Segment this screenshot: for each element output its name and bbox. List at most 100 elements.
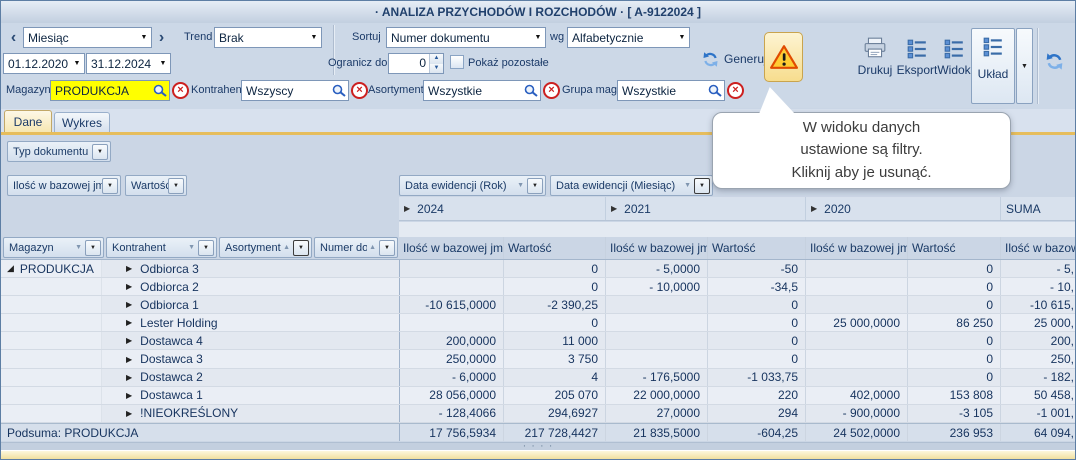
column-header[interactable]: Ilość w bazowej jm [805,237,907,259]
refresh-button[interactable] [1045,52,1064,71]
wg-combo[interactable]: Alfabetycznie ▼ [567,27,690,48]
generate-button[interactable]: Generuj [702,48,767,70]
value-cell: 250,0000 [399,350,503,367]
year-group-2021[interactable]: ▶ 2021 [605,197,805,220]
show-rest-checkbox[interactable] [450,55,464,69]
filters-callout[interactable]: W widoku danych ustawione są filtry. Kli… [712,112,1011,189]
column-header[interactable]: Wartość [707,237,805,259]
expand-icon[interactable]: ▶ [404,204,410,213]
value-cell [399,314,503,331]
column-header[interactable]: Wartość [907,237,1000,259]
kontrahent-cell[interactable]: ▶ Lester Holding [101,314,399,331]
trend-combo[interactable]: Brak ▼ [214,27,322,48]
asortyment-filter-field[interactable]: Wszystkie [423,80,541,101]
search-icon[interactable] [329,82,348,99]
expand-collapsed-icon[interactable]: ▶ [126,282,132,291]
row-field-numer-dokumentu[interactable]: Numer dokumentu ▲ ▼ [314,237,398,258]
expand-collapsed-icon[interactable]: ▶ [126,264,132,273]
horizontal-splitter[interactable]: · · · · [1,442,1075,450]
row-field-magazyn[interactable]: Magazyn ▼ ▼ [3,237,104,258]
search-icon[interactable] [705,82,724,99]
value-cell: -10 615, [1000,296,1075,313]
layout-dropdown-button[interactable]: ▼ [1016,28,1033,104]
kontrahent-cell[interactable]: ▶ Dostawca 2 [101,369,399,386]
list-icon [906,33,928,59]
kontrahent-filter-field[interactable]: Wszyscy [241,80,349,101]
filter-dropdown-button[interactable]: ▼ [92,144,108,160]
expand-collapsed-icon[interactable]: ▶ [126,336,132,345]
tab-dane[interactable]: Dane [4,110,52,132]
spinner-down-icon[interactable]: ▼ [430,64,443,74]
column-field-rok[interactable]: Data ewidencji (Rok) ▼ ▼ [399,175,546,196]
sort-desc-icon: ▼ [517,182,524,189]
expand-collapsed-icon[interactable]: ▶ [126,355,132,364]
value-cell [805,296,907,313]
next-period-button[interactable]: › [153,27,170,48]
expand-collapsed-icon[interactable]: ▶ [126,300,132,309]
data-field-wartosc[interactable]: Wartość ▼ [125,175,187,196]
kontrahent-cell[interactable]: ▶ Dostawca 4 [101,332,399,349]
expand-collapsed-icon[interactable]: ▶ [126,318,132,327]
filter-label-grupa-mag: Grupa mag. [562,83,620,98]
data-field-ilosc[interactable]: Ilość w bazowej jm ▼ [7,175,121,196]
limit-spinner[interactable]: 0 ▲ ▼ [388,53,444,74]
kontrahent-cell[interactable]: ▶ Dostawca 3 [101,350,399,367]
search-icon[interactable] [150,82,169,99]
filter-field-typ-dokumentu[interactable]: Typ dokumentu ▼ [7,141,111,162]
search-icon[interactable] [521,82,540,99]
filter-dropdown-button-active[interactable]: ▼ [293,240,309,256]
sort-combo[interactable]: Numer dokumentu ▼ [386,27,546,48]
row-field-asortyment[interactable]: Asortyment ▲ ▼ [219,237,312,258]
layout-button[interactable]: Układ [971,28,1015,104]
row-name-label: !NIEOKREŚLONY [140,406,238,420]
collapse-expanded-icon[interactable]: ◢ [7,263,14,274]
spinner-up-icon[interactable]: ▲ [430,54,443,64]
tab-wykres[interactable]: Wykres [54,112,110,132]
kontrahent-cell[interactable]: ▶ Odbiorca 2 [101,278,399,295]
filter-dropdown-button-active[interactable]: ▼ [694,178,710,194]
value-cell: 220 [707,387,805,404]
year-group-2024[interactable]: ▶ 2024 [399,197,605,220]
column-field-miesiac[interactable]: Data ewidencji (Miesiąc) ▼ ▼ [550,175,713,196]
filter-dropdown-button[interactable]: ▼ [168,178,184,194]
value-cell: 402,0000 [805,387,907,404]
value-cell: 4 [503,369,605,386]
clear-filter-button[interactable]: × [727,82,744,99]
row-name-label: Dostawca 3 [140,352,203,366]
expand-collapsed-icon[interactable]: ▶ [126,373,132,382]
value-cell: 0 [503,260,605,277]
filter-dropdown-button[interactable]: ▼ [527,178,543,194]
period-combo[interactable]: Miesiąc ▼ [23,27,152,48]
kontrahent-cell[interactable]: ▶ !NIEOKREŚLONY [101,405,399,422]
row-field-kontrahent[interactable]: Kontrahent ▼ ▼ [106,237,217,258]
column-header[interactable]: Ilość w bazowej jm [1000,237,1075,259]
column-header[interactable]: Ilość w bazowej jm [399,237,503,259]
filter-dropdown-button[interactable]: ▼ [102,178,118,194]
date-from-combo[interactable]: 01.12.2020 ▼ [3,53,85,74]
filter-dropdown-button[interactable]: ▼ [85,240,101,256]
column-header[interactable]: Wartość [503,237,605,259]
expand-icon[interactable]: ▶ [611,204,617,213]
clear-filter-button[interactable]: × [172,82,189,99]
clear-filter-button[interactable]: × [543,82,560,99]
expand-icon[interactable]: ▶ [811,204,817,213]
kontrahent-cell[interactable]: ▶ Odbiorca 1 [101,296,399,313]
table-row: ◢ ▶ Dostawca 4 200,0000 11 000 0 0 200, [1,332,1075,350]
filters-warning-button[interactable] [764,32,803,82]
date-to-combo[interactable]: 31.12.2024 ▼ [86,53,171,74]
magazyn-filter-field[interactable]: PRODUKCJA [50,80,170,101]
grupa-mag-filter-field[interactable]: Wszystkie [617,80,725,101]
list-icon [982,37,1004,61]
year-group-2020[interactable]: ▶ 2020 [805,197,1000,220]
kontrahent-cell[interactable]: ▶ Odbiorca 3 [101,260,399,277]
column-header[interactable]: Ilość w bazowej jm [605,237,707,259]
value-cell: 3 750 [503,350,605,367]
filter-dropdown-button[interactable]: ▼ [379,240,395,256]
magazyn-cell: ◢ [1,405,101,422]
kontrahent-cell[interactable]: ▶ Dostawca 1 [101,387,399,404]
filter-dropdown-button[interactable]: ▼ [198,240,214,256]
prev-period-button[interactable]: ‹ [5,27,22,48]
expand-collapsed-icon[interactable]: ▶ [126,391,132,400]
expand-collapsed-icon[interactable]: ▶ [126,409,132,418]
clear-filter-button[interactable]: × [351,82,368,99]
